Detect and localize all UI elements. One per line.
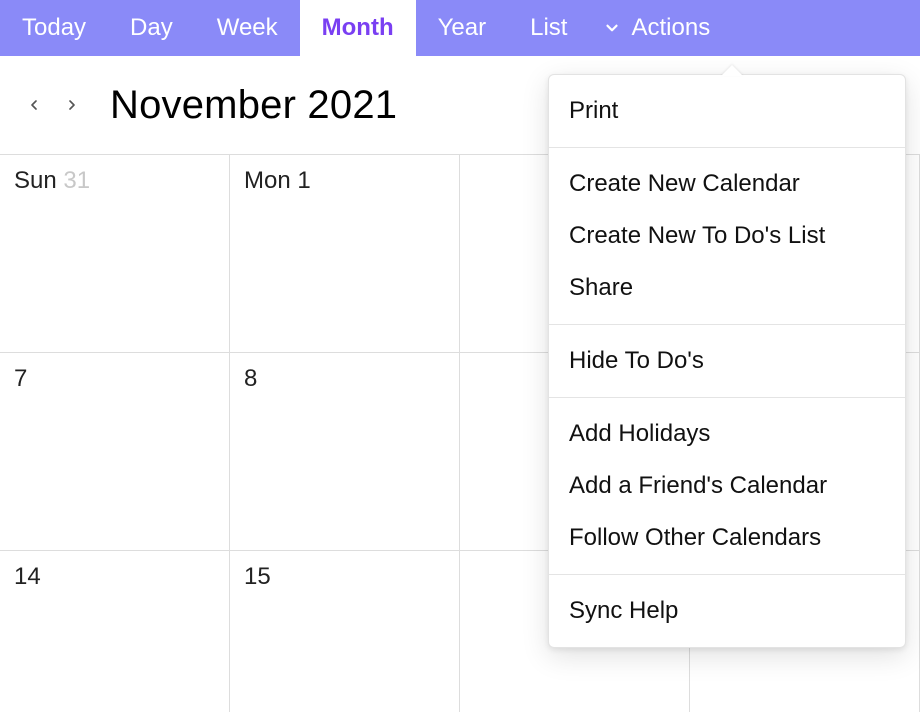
month-title: November 2021	[110, 83, 397, 128]
action-create-new-calendar[interactable]: Create New Calendar	[549, 158, 905, 210]
day-number: 14	[14, 563, 41, 590]
dropdown-section: Sync Help	[549, 574, 905, 647]
prev-month-button[interactable]	[20, 85, 48, 125]
calendar-cell[interactable]: 7	[0, 353, 230, 550]
day-number: 31	[63, 167, 90, 194]
action-follow-other-calendars[interactable]: Follow Other Calendars	[549, 512, 905, 564]
action-add-holidays[interactable]: Add Holidays	[549, 408, 905, 460]
toolbar-today[interactable]: Today	[0, 0, 108, 56]
view-toolbar: Today Day Week Month Year List Actions	[0, 0, 920, 56]
actions-dropdown: Print Create New Calendar Create New To …	[548, 74, 906, 648]
chevron-down-icon	[603, 19, 621, 37]
toolbar-month[interactable]: Month	[300, 0, 416, 56]
action-hide-todos[interactable]: Hide To Do's	[549, 335, 905, 387]
calendar-cell[interactable]: 15	[230, 551, 460, 712]
dropdown-section: Create New Calendar Create New To Do's L…	[549, 147, 905, 324]
action-print[interactable]: Print	[549, 85, 905, 137]
day-number: 15	[244, 563, 271, 590]
action-create-new-todo-list[interactable]: Create New To Do's List	[549, 210, 905, 262]
day-number: 8	[244, 365, 257, 392]
toolbar-week[interactable]: Week	[195, 0, 300, 56]
toolbar-actions[interactable]: Actions	[589, 0, 732, 56]
action-share[interactable]: Share	[549, 262, 905, 314]
toolbar-year[interactable]: Year	[416, 0, 509, 56]
action-sync-help[interactable]: Sync Help	[549, 585, 905, 637]
calendar-cell[interactable]: Sun 31	[0, 155, 230, 352]
day-prefix: Sun	[14, 167, 63, 194]
calendar-cell[interactable]: Mon 1	[230, 155, 460, 352]
action-add-friends-calendar[interactable]: Add a Friend's Calendar	[549, 460, 905, 512]
day-number: 1	[297, 167, 310, 194]
toolbar-actions-label: Actions	[631, 14, 710, 42]
calendar-cell[interactable]: 14	[0, 551, 230, 712]
dropdown-section: Add Holidays Add a Friend's Calendar Fol…	[549, 397, 905, 574]
toolbar-day[interactable]: Day	[108, 0, 195, 56]
dropdown-section: Hide To Do's	[549, 324, 905, 397]
day-number: 7	[14, 365, 27, 392]
day-prefix: Mon	[244, 167, 297, 194]
calendar-cell[interactable]: 8	[230, 353, 460, 550]
next-month-button[interactable]	[58, 85, 86, 125]
toolbar-list[interactable]: List	[508, 0, 589, 56]
dropdown-section: Print	[549, 75, 905, 147]
